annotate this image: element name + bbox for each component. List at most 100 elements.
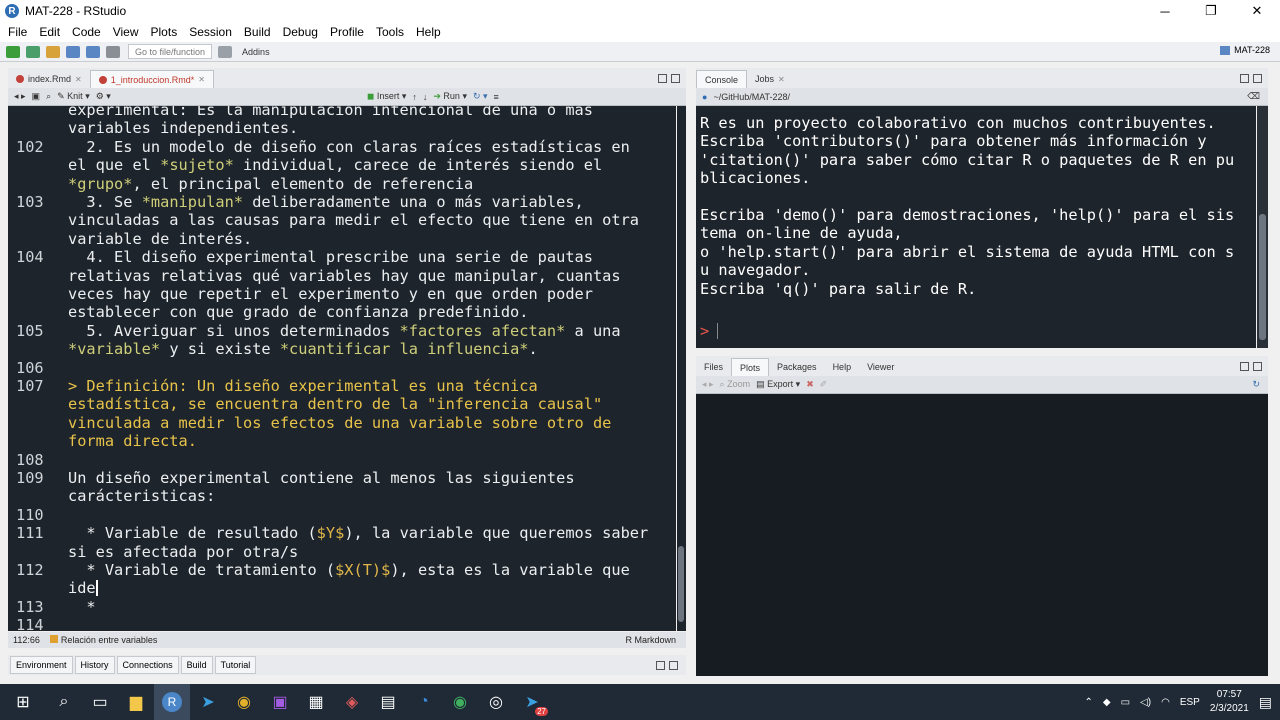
code-line[interactable]: variable de interés. (68, 230, 252, 248)
clear-console-icon[interactable]: ⌫ (1247, 91, 1260, 102)
edge-icon[interactable]: ◔ (406, 684, 442, 720)
code-line[interactable]: vinculada a medir los efectos de una var… (68, 414, 611, 432)
project-menu[interactable]: MAT-228 (1220, 45, 1270, 55)
notifications-icon[interactable]: ▤ (1259, 694, 1272, 711)
grid-app-icon[interactable]: ▦ (298, 684, 334, 720)
code-line[interactable]: Un diseño experimental contiene al menos… (68, 469, 575, 487)
menu-debug[interactable]: Debug (277, 25, 324, 39)
rstudio-taskbar-icon[interactable]: R (154, 684, 190, 720)
menu-file[interactable]: File (2, 25, 33, 39)
code-line[interactable]: el que el *sujeto* individual, carece de… (68, 156, 602, 174)
telegram-badge-icon[interactable]: ➤ 27 (514, 684, 550, 720)
code-line[interactable]: * Variable de tratamiento ($X(T)$), esta… (68, 561, 629, 579)
app-red-icon[interactable]: ◈ (334, 684, 370, 720)
close-button[interactable]: ✕ (1234, 0, 1280, 22)
save-all-icon[interactable] (86, 45, 100, 58)
code-line[interactable]: *variable* y si existe *cuantificar la i… (68, 340, 538, 358)
scroll-thumb[interactable] (1259, 214, 1266, 340)
tab-files[interactable]: Files (696, 358, 731, 376)
menu-session[interactable]: Session (183, 25, 238, 39)
menu-edit[interactable]: Edit (33, 25, 66, 39)
file-explorer-icon[interactable]: ▆ (118, 684, 154, 720)
minimize-pane-icon[interactable] (1240, 74, 1249, 83)
menu-code[interactable]: Code (66, 25, 107, 39)
volume-icon[interactable]: ◁) (1140, 697, 1151, 708)
app-purple-icon[interactable]: ▣ (262, 684, 298, 720)
code-line[interactable]: 4. El diseño experimental prescribe una … (68, 248, 593, 266)
print-icon[interactable] (106, 45, 120, 58)
outline-icon[interactable]: ≡ (494, 92, 499, 102)
new-project-icon[interactable] (26, 45, 40, 58)
search-icon[interactable]: ⌕ (46, 684, 82, 720)
tab-packages[interactable]: Packages (769, 358, 825, 376)
chrome-green-icon[interactable]: ◉ (442, 684, 478, 720)
gear-icon[interactable]: ⚙ ▾ (96, 91, 111, 102)
open-file-icon[interactable] (46, 45, 60, 58)
run-button[interactable]: ➔ Run ▾ (433, 91, 467, 102)
telegram-icon[interactable]: ➤ (190, 684, 226, 720)
code-line[interactable]: forma directa. (68, 432, 197, 450)
clear-plots-icon[interactable]: ✐ (820, 379, 828, 390)
code-line[interactable]: relativas relativas qué variables hay qu… (68, 267, 621, 285)
remove-plot-icon[interactable]: ✖ (806, 379, 814, 390)
wifi-icon[interactable]: ◠ (1161, 697, 1170, 708)
refresh-icon[interactable]: ↻ (1252, 379, 1260, 390)
minimize-pane-icon[interactable] (658, 74, 667, 83)
maximize-pane-icon[interactable] (671, 74, 680, 83)
code-line[interactable]: carácteristicas: (68, 487, 215, 505)
network-icon[interactable]: ▭ (1121, 697, 1130, 708)
task-view-icon[interactable]: ▭ (82, 684, 118, 720)
console-output[interactable]: R es un proyecto colaborativo con muchos… (696, 106, 1256, 348)
menu-profile[interactable]: Profile (324, 25, 370, 39)
tab-connections[interactable]: Connections (116, 656, 179, 674)
code-line[interactable]: veces hay que repetir el experimento y e… (68, 285, 593, 303)
maximize-pane-icon[interactable] (1253, 74, 1262, 83)
menu-help[interactable]: Help (410, 25, 447, 39)
code-line[interactable]: estadística, se encuentra dentro de la "… (68, 395, 602, 413)
code-line[interactable]: establecer con que grado de confianza pr… (68, 303, 528, 321)
working-directory[interactable]: ~/GitHub/MAT-228/ (713, 92, 790, 102)
grid-icon[interactable] (218, 45, 233, 58)
scroll-thumb[interactable] (678, 546, 684, 622)
goto-file-input[interactable]: Go to file/function (128, 44, 213, 59)
code-line[interactable]: vinculadas a las causas para medir el ef… (68, 211, 639, 229)
knit-button[interactable]: ✎ Knit ▾ (57, 91, 90, 102)
code-line[interactable]: variables independientes. (68, 119, 298, 137)
close-tab-icon[interactable]: ✕ (198, 75, 205, 84)
tab-history[interactable]: History (74, 656, 115, 674)
tab-plots[interactable]: Plots (731, 358, 770, 376)
windows-start-icon[interactable]: ⊞ (0, 684, 46, 720)
code-line[interactable]: * (68, 598, 95, 616)
code-line[interactable]: ide (68, 579, 98, 597)
code-line[interactable]: * Variable de resultado ($Y$), la variab… (68, 524, 648, 542)
insert-button[interactable]: ◼ Insert ▾ (367, 91, 407, 102)
file-type-selector[interactable]: R Markdown (625, 635, 676, 645)
code-line[interactable]: *grupo*, el principal elemento de refere… (68, 175, 473, 193)
code-editor[interactable]: experimental: Es la manipulación intenci… (8, 106, 676, 631)
new-file-icon[interactable] (6, 45, 20, 58)
maximize-pane-icon[interactable] (1253, 362, 1262, 371)
search-icon[interactable]: ⌕ (46, 91, 51, 102)
code-line[interactable]: > Definición: Un diseño experimental es … (68, 377, 538, 395)
zoom-button[interactable]: ⌕ Zoom (720, 379, 751, 390)
down-arrow-icon[interactable]: ↓ (423, 92, 428, 102)
save-icon[interactable] (66, 45, 80, 58)
tab-environment[interactable]: Environment (10, 656, 73, 674)
chrome-icon[interactable]: ◉ (226, 684, 262, 720)
tab-tutorial[interactable]: Tutorial (214, 656, 257, 674)
menu-plots[interactable]: Plots (145, 25, 184, 39)
close-tab-icon[interactable]: ✕ (75, 75, 82, 84)
save-doc-icon[interactable]: ▣ (32, 91, 41, 102)
clock[interactable]: 07:57 2/3/2021 (1210, 688, 1249, 716)
tab-help[interactable]: Help (825, 358, 860, 376)
tab-introduccion-rmd[interactable]: 1_introduccion.Rmd* ✕ (89, 70, 214, 88)
code-line[interactable]: 5. Averiguar si unos determinados *facto… (68, 322, 620, 340)
console-prompt-line[interactable]: > (700, 322, 719, 340)
addins-menu[interactable]: Addins (242, 47, 270, 57)
tab-index-rmd[interactable]: index.Rmd ✕ (8, 70, 90, 88)
calculator-icon[interactable]: ▤ (370, 684, 406, 720)
close-tab-icon[interactable]: ✕ (778, 75, 785, 84)
menu-build[interactable]: Build (238, 25, 277, 39)
obs-icon[interactable]: ◎ (478, 684, 514, 720)
tab-console[interactable]: Console (696, 70, 748, 88)
